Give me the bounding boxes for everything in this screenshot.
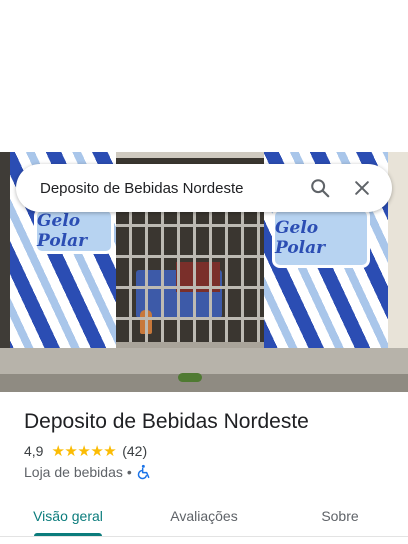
category-row: Loja de bebidas • [24,464,152,480]
place-category: Loja de bebidas [24,464,123,480]
sign-right: Gelo Polar [272,208,370,268]
sign-right-text: Gelo Polar [275,218,326,258]
rating-row[interactable]: 4,9 ★ ★ ★ ★ ★ (42) [24,443,147,459]
star-icon: ★ [103,442,117,460]
tab-reviews[interactable]: Avaliações [136,496,272,536]
star-icon: ★ [64,442,78,460]
separator: • [126,464,132,480]
sign-left: Gelo Polar [34,208,114,254]
star-icon: ★ [90,442,104,460]
curb [0,374,408,392]
tab-about[interactable]: Sobre [272,496,408,536]
search-icon[interactable] [302,170,338,206]
weeds [178,373,202,382]
tabs-divider [0,536,408,537]
star-icon: ★ [77,442,91,460]
review-count[interactable]: (42) [122,443,147,459]
tab-overview[interactable]: Visão geral [0,496,136,536]
rating-value: 4,9 [24,443,44,459]
storefront-left-edge [0,152,10,352]
close-icon[interactable] [344,170,380,206]
place-tabs: Visão geral Avaliações Sobre [0,496,408,536]
search-bar[interactable]: Deposito de Bebidas Nordeste [16,164,392,212]
sign-left-text: Gelo Polar [37,211,88,251]
star-icon: ★ [51,442,65,460]
place-title: Deposito de Bebidas Nordeste [24,410,309,433]
iron-gate [116,212,264,348]
wheelchair-icon [136,464,152,480]
search-input[interactable]: Deposito de Bebidas Nordeste [40,180,296,197]
rating-stars: ★ ★ ★ ★ ★ [51,444,116,459]
blank-header-area [0,0,408,152]
